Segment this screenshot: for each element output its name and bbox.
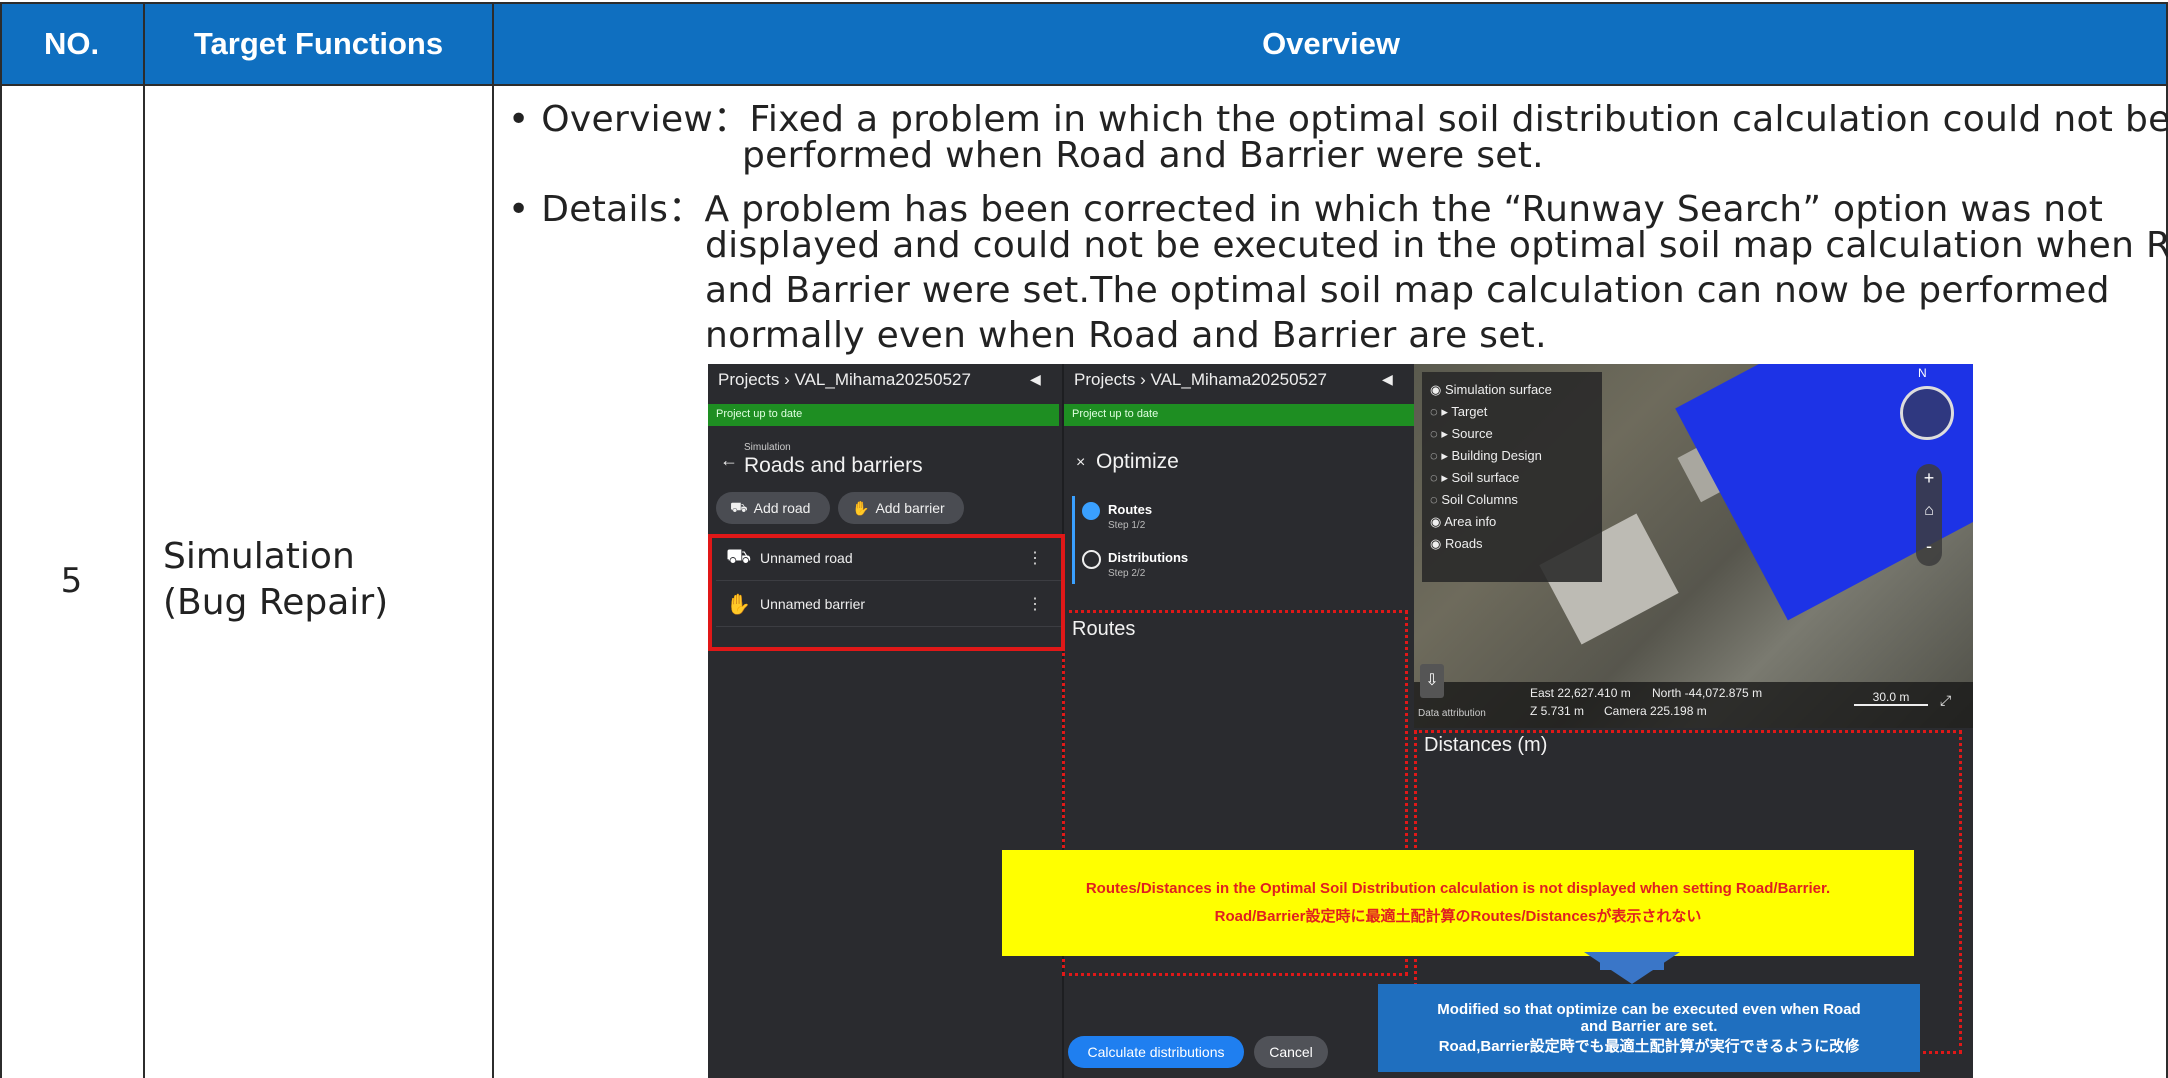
scale-bar: 30.0 m [1854,690,1928,706]
target-function: Simulation (Bug Repair) [163,536,389,623]
add-barrier-button[interactable]: ✋ Add barrier [838,492,964,524]
step-label[interactable]: Routes [1108,502,1152,517]
status-text: Project up to date [1072,408,1159,420]
details-line: displayed and could not be executed in t… [705,225,2168,266]
hand-icon: ✋ [852,499,870,516]
cancel-button[interactable]: Cancel [1254,1036,1328,1068]
roads-barriers-panel: Projects › VAL_Mihama20250527 ◀ Project … [708,364,1061,1078]
zoom-out-icon[interactable]: - [1916,536,1942,557]
fix-callout: Modified so that optimize can be execute… [1378,984,1920,1072]
highlight-box [708,534,1065,651]
fix-text-en: and Barrier are set. [1580,1017,1718,1035]
status-bar: Project up to date [1064,404,1414,426]
north-coordinate: North -44,072.875 m [1652,686,1763,700]
z-coordinate: Z 5.731 m [1530,704,1585,718]
status-bar: Project up to date [708,404,1059,426]
step-active-icon [1082,502,1100,520]
zoom-in-icon[interactable]: + [1916,468,1942,489]
layer-item[interactable]: ◌ ▸ Source [1430,426,1493,442]
details-line: normally even when Road and Barrier are … [705,315,1547,356]
layer-item[interactable]: ◌ ▸ Building Design [1430,448,1542,464]
column-divider [492,2,494,1078]
add-road-button[interactable]: ⛟ Add road [716,492,830,524]
problem-text-en: Routes/Distances in the Optimal Soil Dis… [1085,880,1831,897]
header-overview: Overview [494,4,2168,84]
section-title: Roads and barriers [744,454,923,477]
step-inactive-icon [1082,550,1101,569]
problem-callout: Routes/Distances in the Optimal Soil Dis… [1002,850,1914,956]
layer-list: ◉ Simulation surface ◌ ▸ Target ◌ ▸ Sour… [1422,372,1602,582]
down-arrow-icon [1584,952,1680,984]
step-indicator-line [1072,496,1075,584]
layer-item[interactable]: ◌ ▸ Target [1430,404,1487,420]
table-border-top [0,2,2168,4]
back-arrow-icon[interactable]: ← [720,450,738,471]
layer-item[interactable]: ◌ ▸ Soil surface [1430,470,1519,486]
home-icon[interactable]: ⌂ [1916,502,1942,520]
breadcrumb[interactable]: Projects › VAL_Mihama20250527 [718,370,971,390]
section-subtitle: Simulation [744,442,791,453]
fix-text-en: Modified so that optimize can be execute… [1437,1000,1861,1018]
data-attribution-link[interactable]: Data attribution [1418,708,1486,719]
compass-icon[interactable] [1900,386,1954,440]
step-sub: Step 2/2 [1108,568,1146,579]
camera-height: Camera 225.198 m [1604,704,1707,718]
overview-line: performed when Road and Barrier were set… [742,135,1544,176]
coordinate-bar: ⇩ Data attribution East 22,627.410 m Nor… [1414,664,1973,728]
layer-item[interactable]: ◉ Area info [1430,514,1496,530]
header-no: NO. [0,4,143,84]
column-divider [143,2,145,1078]
close-icon[interactable]: × [1076,454,1085,472]
east-coordinate: East 22,627.410 m [1530,686,1631,700]
table-header-divider [0,84,2168,86]
fix-text-jp: Road,Barrier設定時でも最適土配計算が実行できるように改修 [1438,1037,1860,1055]
breadcrumb[interactable]: Projects › VAL_Mihama20250527 [1074,370,1327,390]
layer-item[interactable]: ◌ Soil Columns [1430,492,1518,507]
download-icon[interactable]: ⇩ [1420,664,1444,698]
status-text: Project up to date [716,408,803,420]
calculate-distributions-button[interactable]: Calculate distributions [1068,1036,1244,1068]
north-label: N [1918,366,1927,380]
road-icon: ⛟ [730,498,748,515]
step-label[interactable]: Distributions [1108,550,1188,565]
layer-item[interactable]: ◉ Roads [1430,536,1483,552]
collapse-panel-icon[interactable]: ◀ [1030,371,1041,388]
layer-item[interactable]: ◉ Simulation surface [1430,382,1552,398]
problem-text-jp: Road/Barrier設定時に最適土配計算のRoutes/Distancesが… [1214,908,1702,925]
satellite-map[interactable]: ◉ Simulation surface ◌ ▸ Target ◌ ▸ Sour… [1414,364,1973,728]
optimize-title: Optimize [1096,450,1179,473]
step-sub: Step 1/2 [1108,520,1146,531]
fullscreen-icon[interactable]: ⤢ [1940,692,1951,709]
zoom-controls: + ⌂ - [1916,464,1942,566]
details-line: and Barrier were set.The optimal soil ma… [705,270,2110,311]
row-number: 5 [60,561,83,601]
collapse-panel-icon[interactable]: ◀ [1382,371,1393,388]
header-target-functions: Target Functions [145,4,492,84]
